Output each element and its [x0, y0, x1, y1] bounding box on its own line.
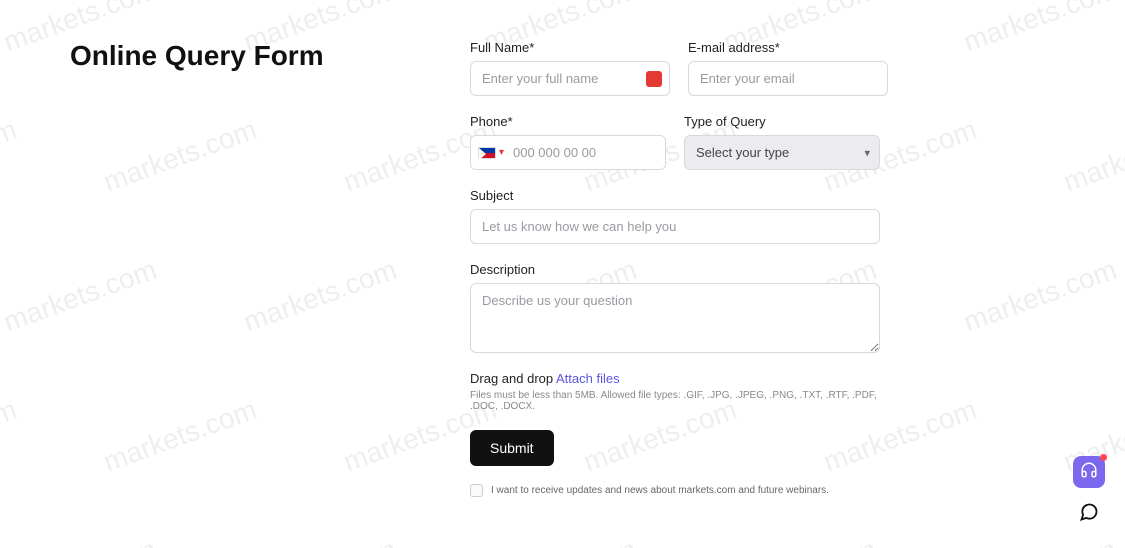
phone-label: Phone*	[470, 114, 666, 129]
query-type-label: Type of Query	[684, 114, 880, 129]
country-code-selector[interactable]: ▾	[478, 147, 504, 159]
subject-input[interactable]	[470, 209, 880, 244]
attach-files-area[interactable]: Drag and drop Attach files	[470, 371, 880, 386]
drag-drop-text: Drag and drop	[470, 371, 556, 386]
full-name-input[interactable]	[470, 61, 670, 96]
description-label: Description	[470, 262, 880, 277]
extension-badge-icon[interactable]	[646, 71, 662, 87]
attach-files-link[interactable]: Attach files	[556, 371, 620, 386]
consent-checkbox[interactable]	[470, 484, 483, 497]
query-form: Full Name* E-mail address* Phone* ▾	[470, 40, 880, 497]
email-input[interactable]	[688, 61, 888, 96]
description-textarea[interactable]	[470, 283, 880, 353]
consent-text: I want to receive updates and news about…	[491, 485, 829, 496]
flag-icon	[478, 147, 496, 159]
page-title: Online Query Form	[70, 40, 470, 72]
subject-label: Subject	[470, 188, 880, 203]
file-hint: Files must be less than 5MB. Allowed fil…	[470, 390, 880, 412]
submit-button[interactable]: Submit	[470, 430, 554, 466]
full-name-label: Full Name*	[470, 40, 670, 55]
query-type-select[interactable]: Select your type	[684, 135, 880, 170]
email-label: E-mail address*	[688, 40, 888, 55]
